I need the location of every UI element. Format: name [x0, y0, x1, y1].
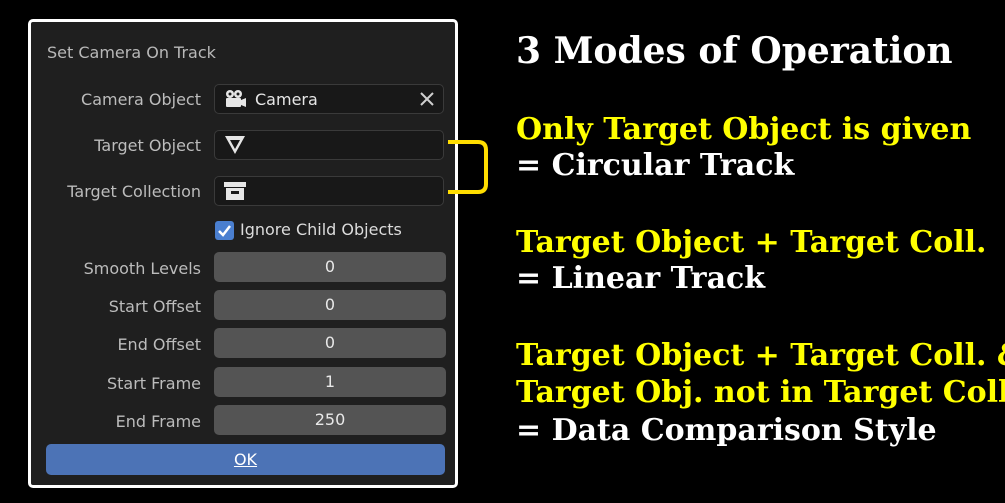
end-offset-input[interactable]: 0	[214, 328, 446, 358]
end-frame-label: End Frame	[115, 412, 201, 431]
mode-1-result: = Circular Track	[516, 148, 795, 183]
camera-object-value: Camera	[255, 90, 318, 109]
collection-box-icon	[223, 181, 247, 201]
start-offset-label: Start Offset	[108, 297, 201, 316]
end-frame-input[interactable]: 250	[214, 405, 446, 435]
mode-2-condition: Target Object + Target Coll.	[516, 225, 987, 260]
set-camera-dialog: Set Camera On Track Camera Object Camera…	[28, 19, 458, 488]
start-frame-label: Start Frame	[106, 374, 201, 393]
clear-icon[interactable]	[419, 91, 435, 107]
mode-1-condition: Only Target Object is given	[516, 112, 972, 147]
mode-3-condition-1: Target Object + Target Coll. &	[516, 338, 1005, 373]
ignore-child-objects-label: Ignore Child Objects	[240, 220, 402, 239]
mode-3-result: = Data Comparison Style	[516, 413, 937, 448]
camera-object-label: Camera Object	[81, 90, 201, 109]
target-collection-field[interactable]	[214, 176, 444, 206]
smooth-levels-input[interactable]: 0	[214, 252, 446, 282]
start-frame-input[interactable]: 1	[214, 367, 446, 397]
smooth-levels-label: Smooth Levels	[83, 259, 201, 278]
target-collection-label: Target Collection	[67, 182, 201, 201]
checkbox-checked-icon[interactable]	[215, 221, 234, 240]
start-offset-input[interactable]: 0	[214, 290, 446, 320]
panel-heading: 3 Modes of Operation	[516, 30, 953, 72]
bracket-connector	[448, 140, 488, 194]
target-object-field[interactable]	[214, 130, 444, 160]
camera-icon	[223, 89, 247, 109]
ok-button[interactable]: OK	[46, 444, 445, 475]
end-offset-label: End Offset	[117, 335, 201, 354]
mode-3-condition-2: Target Obj. not in Target Coll.	[516, 375, 1005, 410]
mode-2-result: = Linear Track	[516, 261, 766, 296]
camera-object-field[interactable]: Camera	[214, 84, 444, 114]
mesh-triangle-icon	[223, 135, 247, 155]
dialog-title: Set Camera On Track	[47, 43, 216, 62]
target-object-label: Target Object	[94, 136, 201, 155]
